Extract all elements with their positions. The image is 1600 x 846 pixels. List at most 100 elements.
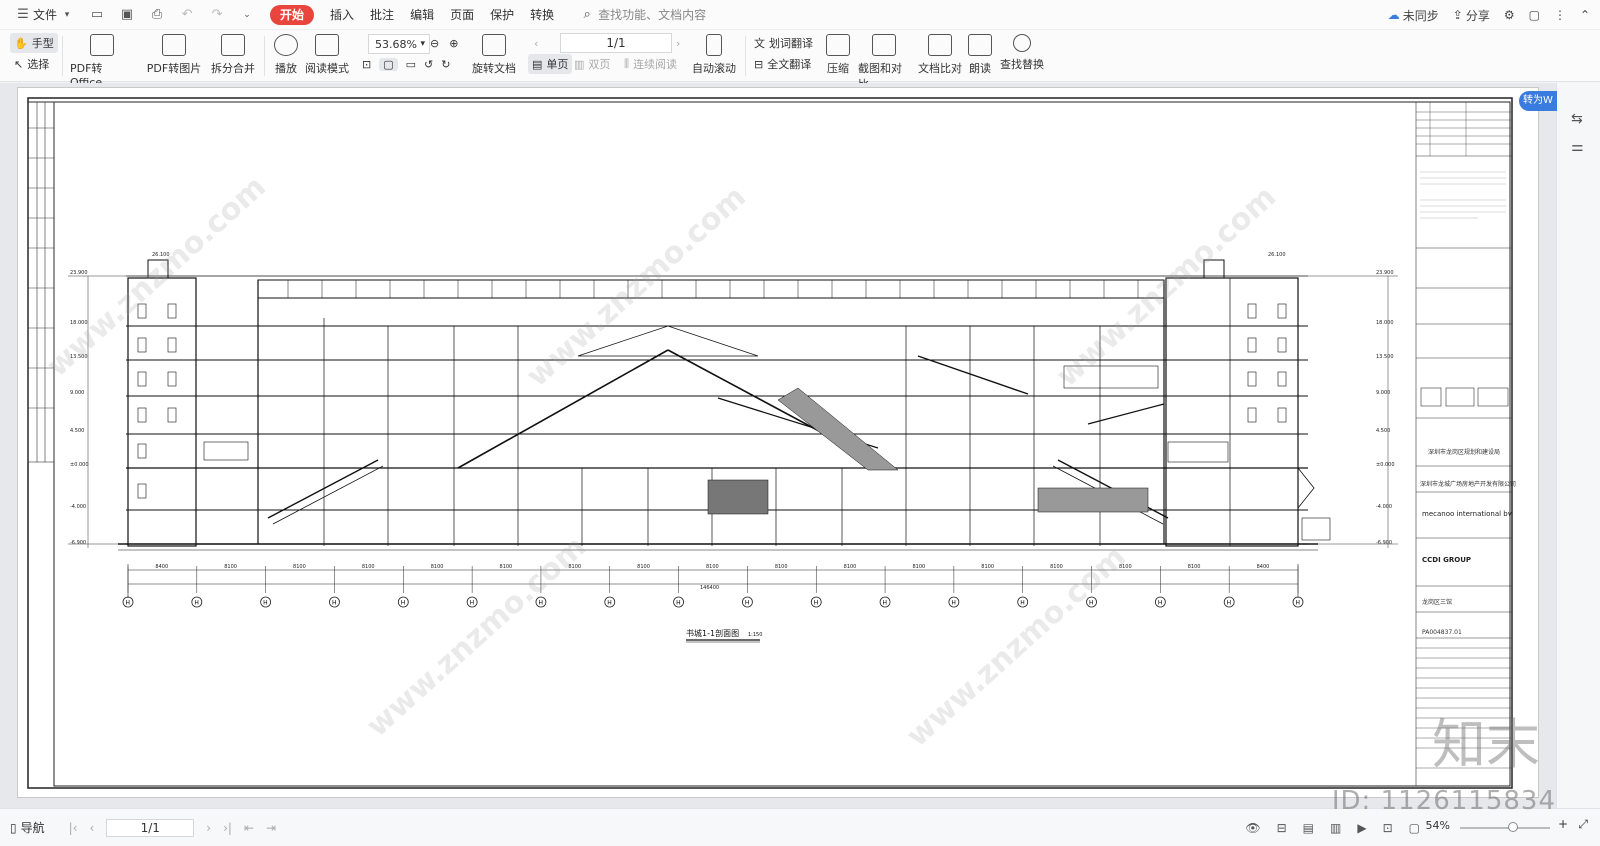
zoom-in-status-icon[interactable]: + — [1558, 817, 1568, 831]
next-page-icon[interactable]: › — [206, 821, 211, 835]
actual-size-icon[interactable]: ⊡ — [362, 58, 371, 71]
pdf-to-office-button[interactable]: PDF转Office — [70, 30, 134, 89]
single-view-icon[interactable]: ▤ — [1303, 821, 1314, 835]
settings-icon[interactable]: ⚙ — [1504, 8, 1515, 22]
compress-button[interactable]: 压缩 — [826, 30, 850, 76]
next-page-button[interactable]: › — [676, 33, 680, 53]
page-input[interactable]: 1/1 — [106, 818, 195, 837]
search-input[interactable]: ⌕ 查找功能、文档内容 — [580, 6, 706, 23]
more-button[interactable]: ⌄ — [232, 3, 262, 27]
screenshot-icon — [872, 34, 896, 56]
dim-label: 8100 — [844, 564, 857, 570]
comment-icon[interactable]: ▢ — [1529, 8, 1540, 22]
doc-compare-button[interactable]: 文档比对 — [918, 30, 962, 76]
play-icon — [274, 34, 298, 56]
prev-page-button[interactable]: ‹ — [534, 33, 538, 53]
collapse-icon[interactable]: ⌃ — [1580, 8, 1590, 22]
split-view-icon[interactable]: ⊟ — [1277, 821, 1287, 835]
hand-icon: ✋ — [14, 36, 28, 50]
last-page-icon[interactable]: ›| — [223, 821, 232, 835]
translate-side-icon[interactable]: ⇆ — [1571, 111, 1583, 127]
first-page-icon[interactable]: |‹ — [69, 821, 78, 835]
hand-tool-button[interactable]: ✋ 手型 — [10, 33, 58, 53]
print-button[interactable]: ⎙ — [142, 3, 172, 27]
svg-text:23.900: 23.900 — [70, 270, 88, 276]
fit-page-status-icon[interactable]: ▢ — [1409, 821, 1420, 835]
eye-icon[interactable]: 👁 — [1245, 821, 1260, 835]
play-slide-icon[interactable]: ▶ — [1357, 821, 1366, 835]
dim-label: 8100 — [431, 564, 444, 570]
zoom-out-icon[interactable]: ⊖ — [430, 37, 439, 50]
single-page-button[interactable]: ▤ 单页 — [528, 54, 573, 74]
translate-icon: 文 — [754, 37, 765, 50]
grid-bubble-label: H — [607, 600, 612, 607]
navigation-button[interactable]: ▯ 导航 — [10, 819, 45, 836]
svg-text:9.000: 9.000 — [70, 390, 84, 396]
fit-page-icon[interactable]: ▢ — [379, 57, 398, 71]
save-button[interactable]: ▣ — [112, 3, 142, 27]
word-translate-button[interactable]: 文划词翻译 — [754, 33, 813, 53]
tb-number: PA004837.01 — [1422, 629, 1462, 636]
rotate-doc-icon — [482, 34, 506, 56]
tab-protect[interactable]: 保护 — [482, 3, 522, 27]
fit-controls: ⊡ ▢ ▭ ↺ ↻ — [362, 54, 450, 74]
fit-width-icon[interactable]: ▭ — [406, 58, 416, 71]
right-sidebar: 转为W ⇆ ⚌ — [1519, 83, 1600, 808]
tab-comment[interactable]: 批注 — [362, 3, 402, 27]
undo-button[interactable]: ↶ — [172, 3, 202, 27]
more-icon[interactable]: ⋮ — [1554, 8, 1566, 22]
drawing-caption: 书城1-1剖面图 — [686, 628, 739, 638]
document-workspace[interactable]: 深圳市龙岗区规划和建设局 深圳市龙城广场房地产开发有限公司 mecanoo in… — [0, 83, 1556, 808]
zoom-select[interactable]: 53.68% ▾ — [368, 34, 430, 54]
find-replace-button[interactable]: 查找替换 — [1000, 30, 1044, 72]
id-watermark: ID: 1126115834 — [1331, 786, 1556, 816]
split-merge-icon — [221, 34, 245, 56]
double-view-icon[interactable]: ▥ — [1330, 821, 1341, 835]
file-menu[interactable]: ☰ 文件 ▾ — [8, 3, 82, 27]
split-merge-button[interactable]: 拆分合并 — [208, 30, 258, 76]
chevron-down-icon: ▾ — [420, 39, 425, 49]
prev-page-icon[interactable]: ‹ — [89, 821, 94, 835]
share-icon: ⇪ — [1452, 8, 1463, 22]
adjust-icon[interactable]: ⚌ — [1571, 139, 1584, 155]
rotate-document-button[interactable]: 旋转文档 — [472, 30, 516, 76]
auto-scroll-button[interactable]: 自动滚动 — [690, 30, 738, 76]
save-icon: ▣ — [120, 6, 134, 22]
read-mode-button[interactable]: 阅读模式 — [305, 30, 349, 76]
double-page-icon: ▥ — [574, 57, 585, 71]
pdf-to-image-button[interactable]: PDF转图片 — [146, 30, 202, 76]
double-page-button[interactable]: ▥ 双页 — [574, 54, 610, 74]
rotate-left-icon[interactable]: ↺ — [424, 58, 433, 71]
forward-icon[interactable]: ⇥ — [266, 821, 276, 835]
dim-label: 8100 — [1188, 564, 1201, 570]
fullscreen-icon[interactable]: ⤢ — [1578, 817, 1588, 832]
sync-status[interactable]: ☁ 未同步 — [1388, 7, 1439, 24]
ribbon-toolbar: ✋手型 ↖选择 PDF转Office PDF转图片 拆分合并 播放 阅读模式 5… — [0, 30, 1600, 91]
continuous-read-button[interactable]: ⫼ 连续阅读 — [624, 54, 677, 74]
pdf-office-icon — [90, 34, 114, 56]
tab-edit[interactable]: 编辑 — [402, 3, 442, 27]
zoom-level[interactable]: 54% — [1426, 819, 1450, 832]
actual-size-status-icon[interactable]: ⊡ — [1383, 821, 1393, 835]
back-icon[interactable]: ⇤ — [244, 821, 254, 835]
share-button[interactable]: ⇪ 分享 — [1453, 7, 1490, 24]
tab-convert[interactable]: 转换 — [522, 3, 562, 27]
tab-page[interactable]: 页面 — [442, 3, 482, 27]
zoom-in-icon[interactable]: ⊕ — [449, 37, 458, 50]
page-number-input[interactable]: 1/1 — [560, 33, 672, 53]
open-button[interactable]: ▭ — [82, 3, 112, 27]
tab-start[interactable]: 开始 — [262, 3, 322, 27]
read-aloud-button[interactable]: 朗读 — [968, 30, 992, 76]
select-tool-button[interactable]: ↖ 选择 — [14, 54, 49, 74]
convert-word-badge[interactable]: 转为W — [1519, 91, 1557, 111]
play-button[interactable]: 播放 — [272, 30, 300, 76]
chevron-right-icon: › — [676, 36, 681, 50]
full-translate-button[interactable]: ⊟ 全文翻译 — [754, 54, 811, 74]
dim-label: 8100 — [224, 564, 237, 570]
tab-insert[interactable]: 插入 — [322, 3, 362, 27]
rotate-right-icon[interactable]: ↻ — [441, 58, 450, 71]
redo-icon: ↷ — [211, 6, 223, 22]
zoom-slider-thumb[interactable] — [1508, 822, 1518, 832]
zoom-slider[interactable] — [1460, 822, 1550, 832]
redo-button[interactable]: ↷ — [202, 3, 232, 27]
